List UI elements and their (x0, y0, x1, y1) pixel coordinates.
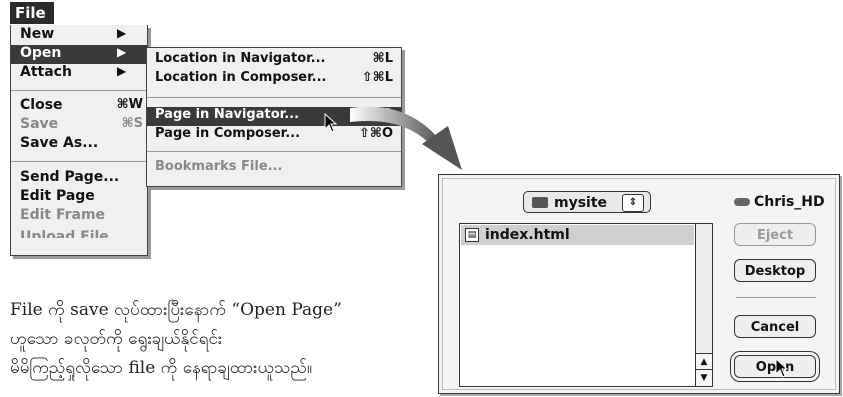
submenu-arrow-icon: ▶ (117, 26, 127, 40)
menu-item-edit-page[interactable]: Edit Page (11, 188, 147, 207)
menu-shortcut: ⇧⌘L (361, 70, 393, 85)
cancel-button[interactable]: Cancel (734, 315, 816, 338)
menu-item-label: Location in Navigator... (155, 51, 326, 66)
menu-item-label: Edit Page (20, 188, 95, 204)
menu-item-label: Open (20, 45, 62, 61)
menu-item-edit-frame[interactable]: Edit Frame (11, 207, 147, 226)
menu-item-label: Upload File (20, 229, 109, 238)
menu-item-label: Edit Frame (20, 207, 106, 223)
menu-separator (147, 97, 401, 98)
menu-item-save[interactable]: Save ⌘S (11, 116, 147, 135)
menu-item-label: Close (20, 97, 63, 113)
menu-item-label: New (20, 26, 55, 42)
hard-disk-icon (734, 198, 750, 206)
popup-stepper-icon: ⇕ (622, 194, 644, 212)
submenu-arrow-icon: ▶ (117, 45, 127, 59)
folder-popup[interactable]: mysite ⇕ (523, 191, 651, 213)
menu-item-label: Send Page... (20, 169, 120, 185)
menu-item-label: Attach (20, 64, 72, 80)
menu-item-send-page[interactable]: Send Page... (11, 169, 147, 188)
menu-separator (11, 90, 147, 91)
menu-shortcut: ⌘W (116, 97, 143, 112)
menu-item-attach[interactable]: Attach ▶ (11, 64, 147, 83)
scroll-up-arrow-icon[interactable]: ▲ (696, 353, 712, 370)
menu-separator (11, 161, 147, 162)
caption-line: ဟူသော ခလုတ်ကို ရွေးချယ်နိုင်ရင်း (10, 329, 223, 349)
menu-item-label: Save As... (20, 135, 99, 151)
mouse-pointer-icon (775, 358, 789, 378)
menu-item-label: Location in Composer... (155, 70, 327, 85)
menu-item-label: Page in Navigator... (155, 107, 300, 122)
folder-icon (532, 197, 548, 208)
menu-item-open[interactable]: Open ▶ (11, 45, 147, 64)
file-menu-title[interactable]: File (10, 2, 54, 24)
menu-item-label: Page in Composer... (155, 126, 301, 141)
menu-item-close[interactable]: Close ⌘W (11, 97, 147, 116)
menu-item-upload-file[interactable]: Upload File (11, 226, 147, 238)
file-list[interactable]: ▤ index.html ▲ ▼ (459, 223, 713, 387)
menu-item-save-as[interactable]: Save As... (11, 135, 147, 154)
scrollbar[interactable]: ▲ ▼ (695, 224, 712, 386)
eject-button[interactable]: Eject (734, 223, 816, 246)
menu-shortcut: ⌘L (372, 51, 393, 66)
caption-text: File ကို save လုပ်ထားပြီးနောက် “Open Pag… (10, 296, 430, 383)
folder-popup-label: mysite (554, 195, 608, 211)
submenu-arrow-icon: ▶ (117, 64, 127, 78)
submenu-item-location-composer[interactable]: Location in Composer... ⇧⌘L (147, 70, 401, 89)
file-list-item[interactable]: ▤ index.html (461, 225, 694, 245)
menu-item-new[interactable]: New ▶ (11, 26, 147, 45)
caption-line: မိမိကြည့်ရှုလိုသော file ကို နေရာချထားယူသ… (10, 358, 313, 378)
mouse-pointer-icon (324, 113, 338, 133)
disk-label: Chris_HD (734, 194, 825, 210)
document-icon: ▤ (465, 228, 479, 242)
caption-line: File ကို save လုပ်ထားပြီးနောက် “Open Pag… (10, 300, 342, 320)
disk-name: Chris_HD (754, 194, 825, 210)
dialog-separator (736, 297, 816, 298)
file-name: index.html (485, 227, 570, 243)
menu-shortcut: ⌘S (121, 116, 143, 131)
menu-item-label: Bookmarks File... (155, 159, 283, 174)
menu-item-label: Save (20, 116, 59, 132)
desktop-button[interactable]: Desktop (734, 259, 816, 282)
scroll-down-arrow-icon[interactable]: ▼ (696, 369, 712, 386)
file-menu: New ▶ Open ▶ Attach ▶ Close ⌘W Save ⌘S S… (10, 25, 148, 256)
submenu-item-location-navigator[interactable]: Location in Navigator... ⌘L (147, 51, 401, 70)
